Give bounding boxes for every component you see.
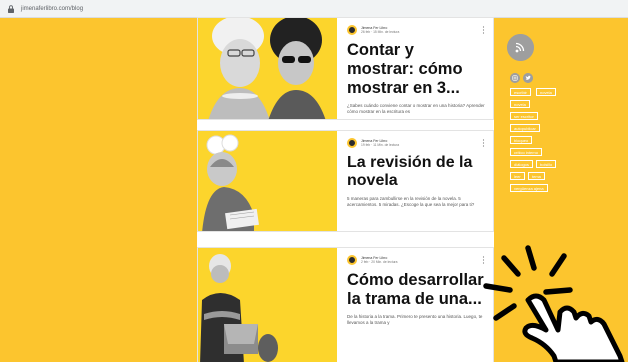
tag-link[interactable]: novela [510, 100, 530, 108]
hand-pointer-icon [483, 245, 625, 362]
post-meta: Jimena Fer Libro 2 feb · 20 Min. de lect… [347, 255, 485, 265]
post-card[interactable]: Jimena Fer Libro 19 feb · 11 Min. de lec… [197, 130, 494, 232]
author-avatar[interactable] [347, 25, 357, 35]
instagram-icon[interactable] [510, 73, 520, 83]
post-excerpt[interactable]: 5 maneras para zambullirse en la revisió… [347, 196, 485, 208]
post-excerpt[interactable]: De la historia a la trama. Primero te pr… [347, 314, 485, 326]
twitter-icon[interactable] [523, 73, 533, 83]
tag-link[interactable]: novela [536, 88, 556, 96]
kebab-menu-icon[interactable] [482, 139, 485, 147]
tag-link[interactable]: autopublicar [510, 124, 540, 132]
author-avatar[interactable] [347, 255, 357, 265]
post-excerpt[interactable]: ¿Sabes cuándo conviene contar o mostrar … [347, 103, 485, 115]
post-card[interactable]: Jimena Fer Libro 26 feb · 15 Min. de lec… [197, 17, 494, 120]
post-meta: Jimena Fer Libro 26 feb · 15 Min. de lec… [347, 25, 485, 35]
tag-link[interactable]: leer [510, 172, 525, 180]
post-card[interactable]: Jimena Fer Libro 2 feb · 20 Min. de lect… [197, 247, 494, 362]
post-title[interactable]: Contar y mostrar: cómo mostrar en 3... [347, 41, 485, 98]
tag-link[interactable]: diálogos [510, 160, 533, 168]
post-title[interactable]: Cómo desarrollar la trama de una... [347, 271, 485, 309]
post-text: Jimena Fer Libro 19 feb · 11 Min. de lec… [347, 131, 485, 208]
url-text: jimenaferlibro.com/blog [21, 5, 84, 12]
post-image[interactable] [198, 131, 337, 231]
post-image-illustration [202, 134, 259, 231]
tag-link[interactable]: ser escritor [510, 112, 538, 120]
post-date: 26 feb · 15 Min. de lectura [361, 30, 400, 34]
post-text: Jimena Fer Libro 2 feb · 20 Min. de lect… [347, 248, 485, 326]
post-image-illustration [200, 254, 278, 362]
tag-link[interactable]: crítico interno [510, 148, 543, 156]
post-image[interactable] [198, 18, 337, 119]
post-date: 19 feb · 11 Min. de lectura [361, 143, 400, 147]
blog-post-list: Jimena Fer Libro 26 feb · 15 Min. de lec… [197, 17, 494, 362]
post-title[interactable]: La revisión de la novela [347, 154, 485, 191]
post-date: 2 feb · 20 Min. de lectura [361, 260, 398, 264]
post-text: Jimena Fer Libro 26 feb · 15 Min. de lec… [347, 18, 485, 115]
rss-icon[interactable] [507, 34, 534, 61]
lock-icon [8, 4, 14, 13]
browser-address-bar[interactable]: jimenaferlibro.com/blog [0, 0, 628, 18]
tag-link[interactable]: bloqueo [510, 136, 533, 144]
tag-link[interactable]: tema [528, 172, 545, 180]
tag-link[interactable]: bolsillo [536, 160, 557, 168]
tag-link[interactable]: escribir [510, 88, 531, 96]
post-meta: Jimena Fer Libro 19 feb · 11 Min. de lec… [347, 138, 485, 148]
post-image[interactable] [198, 248, 337, 362]
tag-link[interactable]: vergüenza ajena [510, 184, 548, 192]
kebab-menu-icon[interactable] [482, 26, 485, 34]
post-image-illustration [208, 18, 326, 119]
author-avatar[interactable] [347, 138, 357, 148]
